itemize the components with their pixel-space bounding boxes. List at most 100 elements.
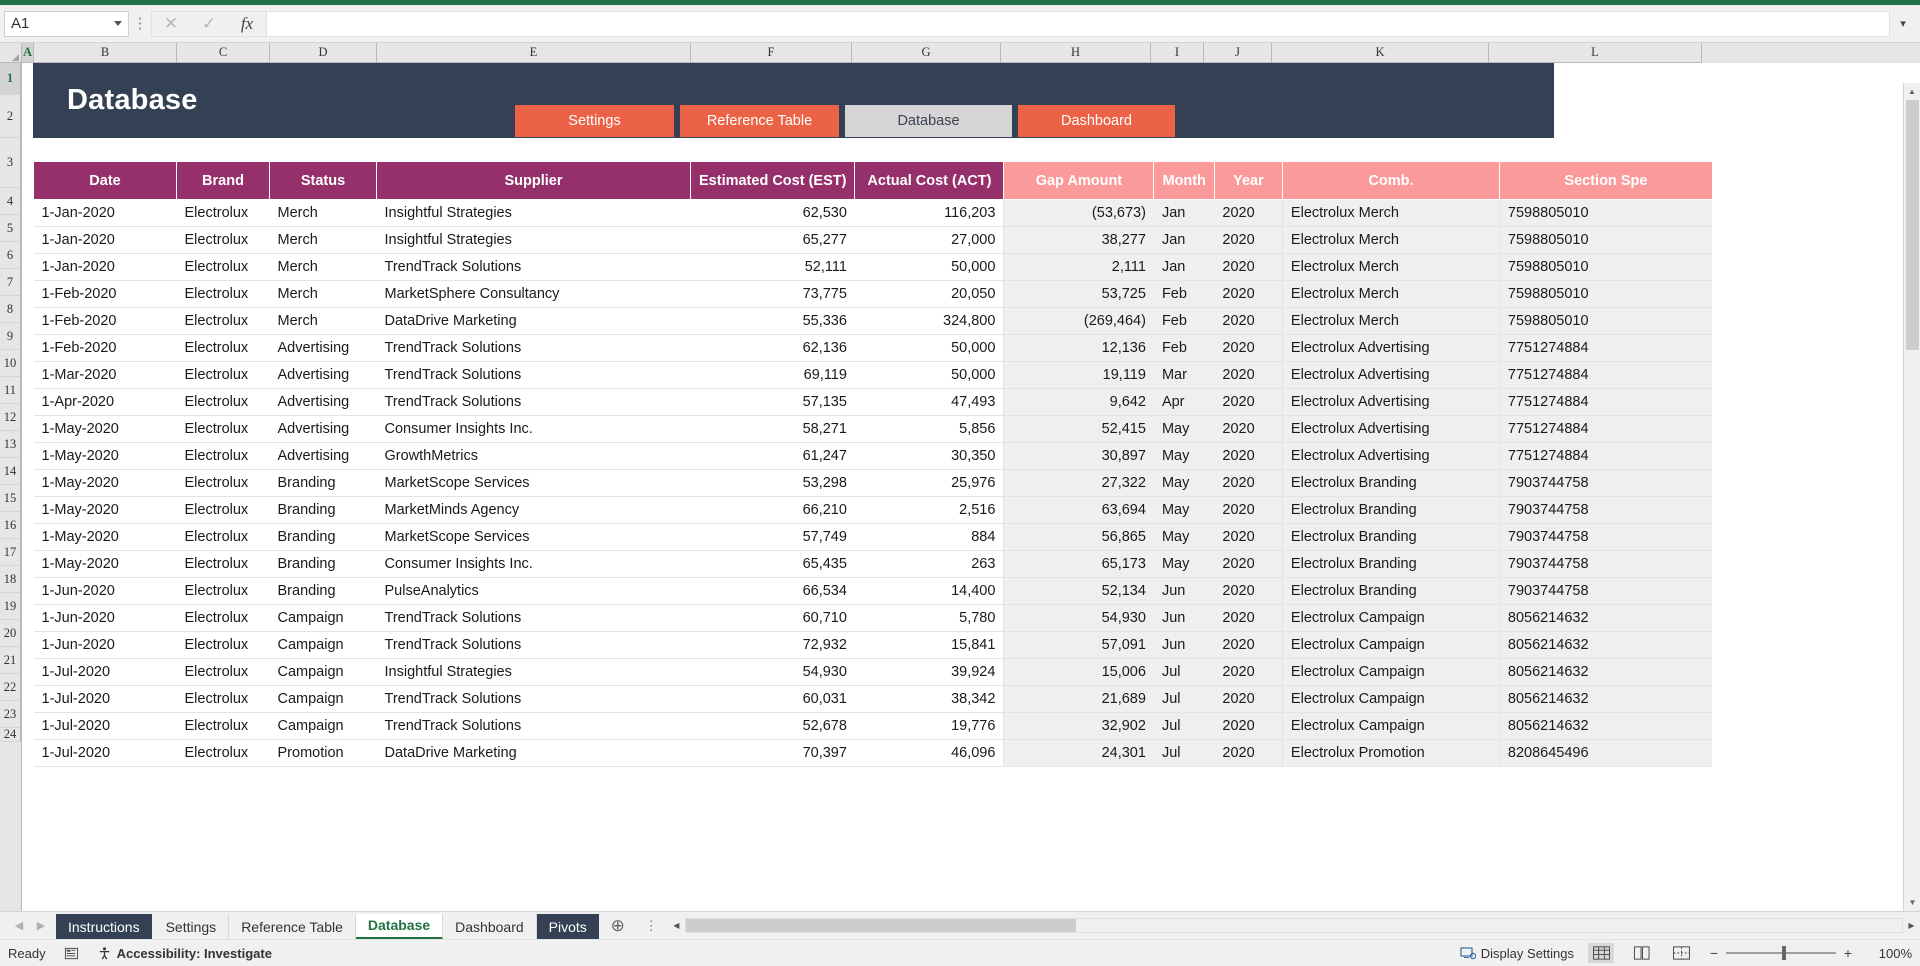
cell-section[interactable]: 7598805010 bbox=[1498, 280, 1713, 308]
cell-brand[interactable]: Electrolux bbox=[176, 334, 270, 362]
page-break-icon[interactable] bbox=[1668, 943, 1694, 963]
column-header-j[interactable]: J bbox=[1204, 43, 1272, 63]
chevron-right-icon[interactable]: ▶ bbox=[31, 919, 51, 932]
row-header-16[interactable]: 16 bbox=[0, 512, 21, 539]
accessibility-status[interactable]: Accessibility: Investigate bbox=[97, 946, 272, 961]
cell-section[interactable]: 7903744758 bbox=[1498, 577, 1713, 605]
display-settings-button[interactable]: Display Settings bbox=[1460, 945, 1574, 961]
cell-gap[interactable]: 24,301 bbox=[1003, 739, 1154, 767]
cell-comb[interactable]: Electrolux Merch bbox=[1281, 307, 1500, 335]
cell-status[interactable]: Branding bbox=[269, 496, 377, 524]
cell-act[interactable]: 15,841 bbox=[854, 631, 1004, 659]
cell-comb[interactable]: Electrolux Campaign bbox=[1281, 631, 1500, 659]
cell-brand[interactable]: Electrolux bbox=[176, 226, 270, 254]
cell-date[interactable]: 1-Jun-2020 bbox=[33, 604, 177, 632]
formula-expand-icon[interactable]: ▾ bbox=[1890, 17, 1916, 30]
column-header-c[interactable]: C bbox=[177, 43, 270, 63]
cell-supplier[interactable]: TrendTrack Solutions bbox=[376, 361, 691, 389]
cell-month[interactable]: Jul bbox=[1153, 658, 1215, 686]
horizontal-scrollbar[interactable]: ◀ ▶ bbox=[667, 912, 1920, 940]
cell-gap[interactable]: 54,930 bbox=[1003, 604, 1154, 632]
cell-act[interactable]: 38,342 bbox=[854, 685, 1004, 713]
cell-gap[interactable]: 57,091 bbox=[1003, 631, 1154, 659]
column-header-d[interactable]: D bbox=[270, 43, 377, 63]
column-header-e[interactable]: E bbox=[377, 43, 691, 63]
cell-est[interactable]: 52,678 bbox=[690, 712, 855, 740]
sheet-tab-settings[interactable]: Settings bbox=[154, 913, 230, 940]
name-box[interactable]: A1 bbox=[4, 10, 129, 37]
column-header-i[interactable]: I bbox=[1151, 43, 1204, 63]
column-header-h[interactable]: H bbox=[1001, 43, 1151, 63]
cell-comb[interactable]: Electrolux Campaign bbox=[1281, 685, 1500, 713]
cell-gap[interactable]: 38,277 bbox=[1003, 226, 1154, 254]
cell-year[interactable]: 2020 bbox=[1214, 469, 1283, 497]
table-row[interactable]: 1-Jun-2020 Electrolux Campaign TrendTrack S… bbox=[33, 604, 1713, 632]
cell-act[interactable]: 884 bbox=[854, 523, 1004, 551]
cell-status[interactable]: Advertising bbox=[269, 415, 377, 443]
row-header-21[interactable]: 21 bbox=[0, 647, 21, 674]
cell-comb[interactable]: Electrolux Merch bbox=[1281, 199, 1500, 227]
cell-date[interactable]: 1-Jan-2020 bbox=[33, 253, 177, 281]
cell-act[interactable]: 20,050 bbox=[854, 280, 1004, 308]
cell-act[interactable]: 30,350 bbox=[854, 442, 1004, 470]
cell-status[interactable]: Advertising bbox=[269, 442, 377, 470]
cell-year[interactable]: 2020 bbox=[1214, 253, 1283, 281]
cell-supplier[interactable]: MarketSphere Consultancy bbox=[376, 280, 691, 308]
cell-section[interactable]: 8056214632 bbox=[1498, 658, 1713, 686]
horizontal-scroll-track[interactable] bbox=[684, 918, 1903, 933]
zoom-level[interactable]: 100% bbox=[1868, 946, 1912, 961]
cell-brand[interactable]: Electrolux bbox=[176, 442, 270, 470]
zoom-track[interactable] bbox=[1726, 946, 1836, 960]
cell-gap[interactable]: 63,694 bbox=[1003, 496, 1154, 524]
cell-brand[interactable]: Electrolux bbox=[176, 496, 270, 524]
cell-date[interactable]: 1-Jul-2020 bbox=[33, 739, 177, 767]
cell-comb[interactable]: Electrolux Branding bbox=[1281, 469, 1500, 497]
cell-brand[interactable]: Electrolux bbox=[176, 388, 270, 416]
nav-button-settings[interactable]: Settings bbox=[515, 105, 674, 137]
scroll-up-icon[interactable]: ▲ bbox=[1904, 83, 1920, 100]
cell-est[interactable]: 54,930 bbox=[690, 658, 855, 686]
cell-act[interactable]: 116,203 bbox=[854, 199, 1004, 227]
cell-section[interactable]: 7751274884 bbox=[1498, 442, 1713, 470]
cell-gap[interactable]: 19,119 bbox=[1003, 361, 1154, 389]
sheet-tab-instructions[interactable]: Instructions bbox=[56, 913, 152, 940]
cell-status[interactable]: Merch bbox=[269, 253, 377, 281]
cell-gap[interactable]: 9,642 bbox=[1003, 388, 1154, 416]
cell-month[interactable]: May bbox=[1153, 550, 1215, 578]
select-all-corner[interactable] bbox=[0, 43, 22, 63]
cell-month[interactable]: Feb bbox=[1153, 307, 1215, 335]
table-row[interactable]: 1-Jul-2020 Electrolux Campaign Insightful S… bbox=[33, 658, 1713, 686]
cell-status[interactable]: Advertising bbox=[269, 361, 377, 389]
cell-est[interactable]: 61,247 bbox=[690, 442, 855, 470]
cell-supplier[interactable]: TrendTrack Solutions bbox=[376, 685, 691, 713]
row-header-24[interactable]: 24 bbox=[0, 727, 21, 742]
cell-date[interactable]: 1-Jan-2020 bbox=[33, 199, 177, 227]
column-header-f[interactable]: F bbox=[691, 43, 852, 63]
cell-date[interactable]: 1-May-2020 bbox=[33, 550, 177, 578]
cell-section[interactable]: 7598805010 bbox=[1498, 199, 1713, 227]
cell-act[interactable]: 324,800 bbox=[854, 307, 1004, 335]
cell-section[interactable]: 7903744758 bbox=[1498, 469, 1713, 497]
table-row[interactable]: 1-May-2020 Electrolux Branding MarketScope … bbox=[33, 469, 1713, 497]
cell-month[interactable]: Jan bbox=[1153, 199, 1215, 227]
cell-date[interactable]: 1-Mar-2020 bbox=[33, 361, 177, 389]
row-header-23[interactable]: 23 bbox=[0, 701, 21, 728]
column-header-k[interactable]: K bbox=[1272, 43, 1489, 63]
page-layout-icon[interactable] bbox=[1628, 943, 1654, 963]
table-row[interactable]: 1-May-2020 Electrolux Advertising Consumer … bbox=[33, 415, 1713, 443]
cell-act[interactable]: 2,516 bbox=[854, 496, 1004, 524]
row-header-12[interactable]: 12 bbox=[0, 404, 21, 431]
row-header-9[interactable]: 9 bbox=[0, 323, 21, 350]
cell-gap[interactable]: 52,415 bbox=[1003, 415, 1154, 443]
column-header-b[interactable]: B bbox=[34, 43, 177, 63]
cell-est[interactable]: 62,136 bbox=[690, 334, 855, 362]
row-header-4[interactable]: 4 bbox=[0, 188, 21, 215]
cell-month[interactable]: Jul bbox=[1153, 685, 1215, 713]
cell-month[interactable]: May bbox=[1153, 442, 1215, 470]
cell-year[interactable]: 2020 bbox=[1214, 712, 1283, 740]
cell-est[interactable]: 70,397 bbox=[690, 739, 855, 767]
cell-date[interactable]: 1-May-2020 bbox=[33, 442, 177, 470]
cell-est[interactable]: 65,435 bbox=[690, 550, 855, 578]
horizontal-scroll-thumb[interactable] bbox=[685, 919, 1076, 932]
cell-brand[interactable]: Electrolux bbox=[176, 712, 270, 740]
